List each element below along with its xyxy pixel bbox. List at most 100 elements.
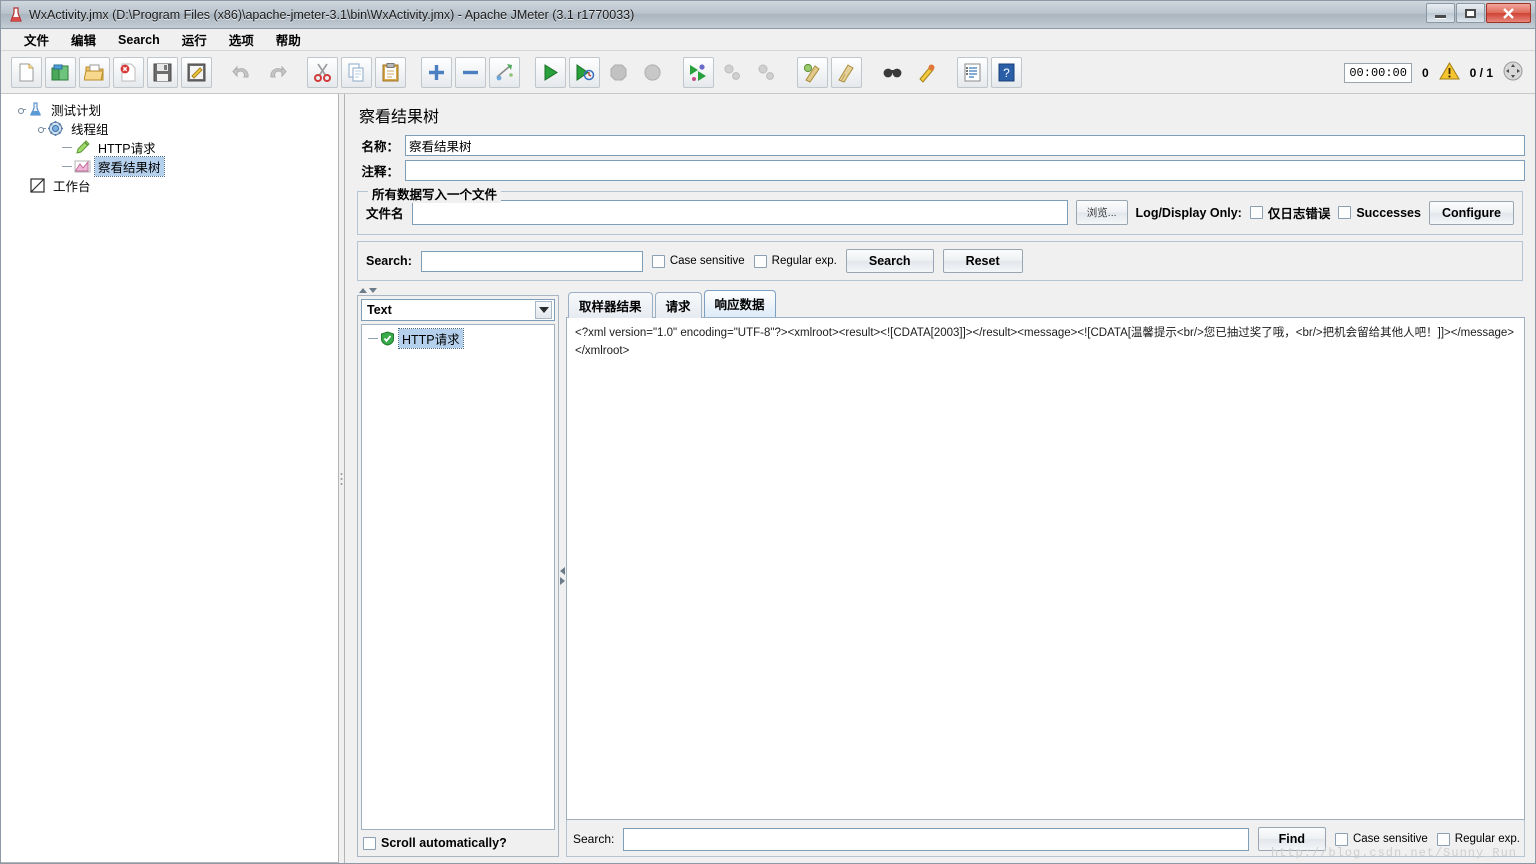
checkbox-label: Regular exp. (771, 255, 837, 267)
save-as-icon[interactable] (181, 56, 212, 88)
view-results-tree-panel: 察看结果树 名称： 注释： 所有数据写入一个文件 文件名 浏览... Log/D… (345, 94, 1535, 863)
checkbox-box[interactable] (651, 254, 665, 268)
tree-label: 线程组 (71, 123, 109, 137)
save-icon[interactable] (147, 56, 178, 88)
menu-options[interactable]: 选项 (218, 28, 265, 51)
collapse-up-icon[interactable] (359, 287, 367, 293)
results-detail-pane: 取样器结果 请求 响应数据 <?xml version="1.0" encodi… (566, 290, 1525, 857)
tree-node-workbench[interactable]: 工作台 (7, 176, 338, 195)
response-data-view[interactable]: <?xml version="1.0" encoding="UTF-8"?><x… (566, 318, 1525, 820)
expand-all-icon[interactable] (421, 56, 452, 88)
function-helper-icon[interactable] (957, 56, 988, 88)
expander-icon[interactable] (17, 105, 26, 114)
filename-input[interactable] (411, 200, 1068, 225)
collapse-right-icon[interactable] (560, 577, 565, 585)
close-button[interactable] (1486, 3, 1531, 23)
find-input[interactable] (623, 827, 1249, 851)
toggle-icon[interactable] (489, 56, 520, 88)
start-icon[interactable] (535, 56, 566, 88)
templates-icon[interactable] (45, 56, 76, 88)
tree-node-http-request[interactable]: HTTP请求 (7, 138, 338, 157)
collapse-all-icon[interactable] (455, 56, 486, 88)
find-case-sensitive-checkbox[interactable]: Case sensitive (1334, 832, 1428, 846)
name-label: 名称： (361, 140, 399, 154)
find-button[interactable]: Find (1257, 827, 1326, 851)
scroll-automatically-checkbox[interactable]: Scroll automatically? (363, 836, 507, 850)
start-remote-icon[interactable] (683, 56, 714, 88)
test-plan-tree[interactable]: 测试计划 线程组 HTTP请求 察看结果树 工作台 (1, 94, 339, 863)
successes-checkbox[interactable]: Successes (1338, 206, 1421, 220)
checkbox-box[interactable] (753, 254, 767, 268)
search-case-sensitive-checkbox[interactable]: Case sensitive (651, 254, 745, 268)
tree-node-test-plan[interactable]: 测试计划 (7, 100, 338, 119)
clear-all-icon[interactable] (831, 56, 862, 88)
close-icon[interactable] (113, 56, 144, 88)
expand-view-icon[interactable] (1503, 61, 1523, 84)
comment-label: 注释： (361, 165, 399, 179)
paste-icon[interactable] (375, 56, 406, 88)
tree-node-thread-group[interactable]: 线程组 (7, 119, 338, 138)
search-button[interactable]: Search (845, 249, 934, 273)
tab-sampler-result[interactable]: 取样器结果 (568, 292, 653, 318)
title-bar: WxActivity.jmx (D:\Program Files (x86)\a… (1, 1, 1535, 29)
search-label: Search: (366, 254, 412, 268)
shutdown-remote-icon[interactable] (751, 57, 782, 88)
checkbox-box[interactable] (1334, 832, 1348, 846)
renderer-select[interactable]: Text (361, 299, 555, 321)
menu-edit[interactable]: 编辑 (60, 28, 107, 51)
filename-label: 文件名 (366, 207, 404, 221)
find-regex-checkbox[interactable]: Regular exp. (1436, 832, 1520, 846)
checkbox-label: Scroll automatically? (381, 836, 507, 850)
checkbox-box[interactable] (363, 836, 376, 850)
window-title: WxActivity.jmx (D:\Program Files (x86)\a… (29, 7, 635, 22)
tab-response-data[interactable]: 响应数据 (703, 290, 776, 317)
log-display-only-label: Log/Display Only: (1135, 205, 1242, 220)
clear-icon[interactable] (797, 56, 828, 88)
help-icon[interactable]: ? (991, 56, 1022, 88)
search-input[interactable] (420, 250, 643, 272)
tab-request[interactable]: 请求 (654, 292, 702, 318)
menu-help[interactable]: 帮助 (265, 28, 312, 51)
filename-row: 文件名 浏览... Log/Display Only: 仅日志错误 Succes… (366, 200, 1514, 225)
sample-results-tree[interactable]: HTTP请求 (361, 324, 555, 830)
new-icon[interactable] (11, 56, 42, 88)
comment-input[interactable] (405, 160, 1525, 181)
cut-icon[interactable] (307, 56, 338, 88)
minimize-button[interactable] (1426, 3, 1455, 23)
stop-icon[interactable] (603, 57, 634, 88)
warning-icon[interactable] (1438, 61, 1460, 84)
panel-split-divider[interactable] (353, 285, 1525, 295)
redo-icon[interactable] (261, 57, 292, 88)
checkbox-label: Successes (1356, 205, 1421, 220)
chevron-down-icon[interactable] (535, 301, 552, 319)
collapse-left-icon[interactable] (560, 567, 565, 575)
expander-icon[interactable] (37, 124, 46, 133)
undo-icon[interactable] (227, 57, 258, 88)
checkbox-box[interactable] (1249, 206, 1263, 219)
copy-icon[interactable] (341, 56, 372, 88)
start-no-timers-icon[interactable] (569, 56, 600, 88)
search-icon[interactable] (877, 57, 908, 88)
collapse-down-icon[interactable] (369, 287, 377, 293)
results-split-divider[interactable] (559, 295, 566, 857)
reset-button[interactable]: Reset (942, 249, 1023, 273)
checkbox-box[interactable] (1436, 832, 1450, 846)
open-icon[interactable] (79, 56, 110, 88)
tree-node-view-results-tree[interactable]: 察看结果树 (7, 156, 338, 177)
active-threads-count: 0 / 1 (1469, 65, 1493, 80)
checkbox-label: Case sensitive (1352, 833, 1428, 845)
list-item[interactable]: HTTP请求 (362, 327, 554, 349)
name-input[interactable] (405, 135, 1525, 156)
shutdown-icon[interactable] (637, 57, 668, 88)
stop-remote-icon[interactable] (717, 57, 748, 88)
menu-search[interactable]: Search (107, 31, 171, 49)
menu-file[interactable]: 文件 (13, 28, 60, 51)
maximize-button[interactable] (1456, 3, 1485, 23)
search-reset-icon[interactable] (911, 57, 942, 88)
search-regex-checkbox[interactable]: Regular exp. (753, 254, 837, 268)
configure-button[interactable]: Configure (1428, 200, 1514, 225)
errors-only-checkbox[interactable]: 仅日志错误 (1249, 203, 1330, 222)
menu-run[interactable]: 运行 (171, 28, 218, 51)
checkbox-box[interactable] (1338, 206, 1352, 219)
browse-button[interactable]: 浏览... (1075, 200, 1128, 225)
